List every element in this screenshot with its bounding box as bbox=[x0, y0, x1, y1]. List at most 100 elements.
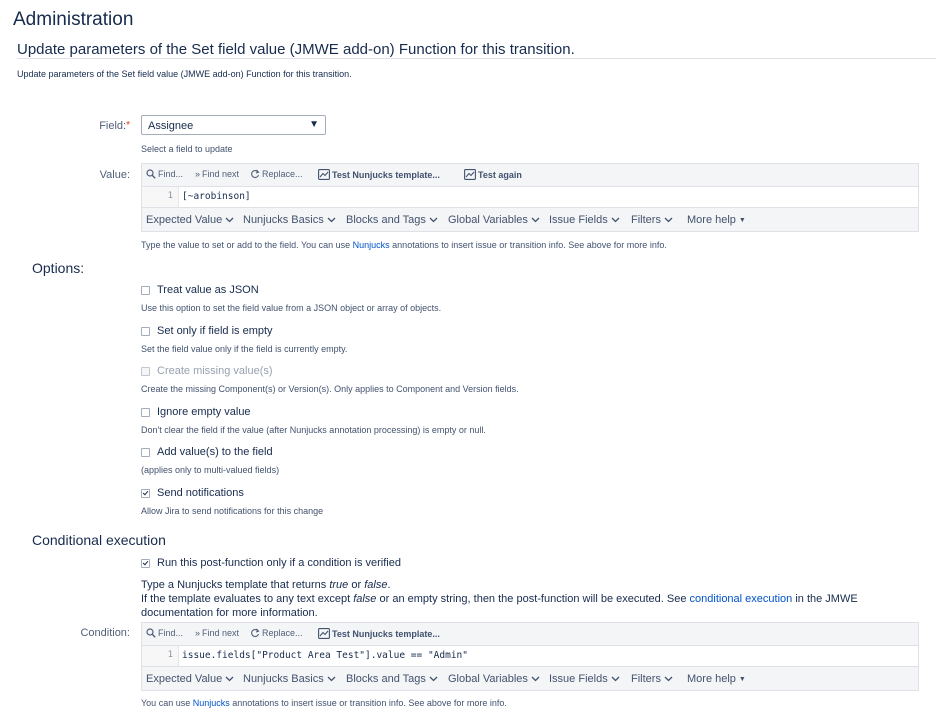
menu-issue-fields[interactable]: Issue Fields bbox=[549, 673, 620, 685]
create-missing-checkbox bbox=[141, 366, 150, 376]
line-gutter: 1 bbox=[142, 187, 179, 207]
condition-label: Condition: bbox=[80, 627, 130, 639]
value-label: Value: bbox=[99, 169, 130, 181]
chart-icon bbox=[318, 628, 330, 639]
ignore-empty-help: Don't clear the field if the value (afte… bbox=[141, 425, 486, 435]
value-help: Type the value to set or add to the fiel… bbox=[141, 240, 667, 250]
caret-down-icon: ▼ bbox=[309, 119, 319, 130]
conditional-execution-link[interactable]: conditional execution bbox=[690, 593, 793, 605]
condition-editor: Find... » Find next Replace... Test Nunj… bbox=[141, 622, 919, 691]
page-title: Administration bbox=[13, 9, 134, 30]
menu-filters[interactable]: Filters bbox=[631, 673, 673, 685]
treat-json-checkbox[interactable] bbox=[141, 285, 150, 295]
condition-help: You can use Nunjucks annotations to inse… bbox=[141, 698, 507, 708]
replace-button[interactable]: Replace... bbox=[250, 169, 303, 179]
nunjucks-link[interactable]: Nunjucks bbox=[193, 698, 230, 708]
menu-expected-value[interactable]: Expected Value bbox=[146, 214, 234, 226]
options-title: Options: bbox=[32, 260, 85, 276]
search-icon bbox=[146, 169, 156, 179]
condition-editor-toolbar: Find... » Find next Replace... Test Nunj… bbox=[142, 623, 918, 646]
run-if-condition-checkbox[interactable] bbox=[141, 558, 150, 568]
option-treat-json[interactable]: Treat value as JSON bbox=[141, 284, 259, 296]
caret-down-icon: ▼ bbox=[738, 216, 746, 224]
option-add-values[interactable]: Add value(s) to the field bbox=[141, 446, 273, 458]
chevron-down-icon bbox=[327, 676, 336, 682]
menu-blocks-and-tags[interactable]: Blocks and Tags bbox=[346, 673, 438, 685]
send-notifications-help: Allow Jira to send notifications for thi… bbox=[141, 506, 324, 516]
conditional-execution-title: Conditional execution bbox=[32, 532, 166, 548]
page-heading: Update parameters of the Set field value… bbox=[17, 41, 575, 58]
field-label: Field:* bbox=[99, 120, 130, 132]
required-marker: * bbox=[126, 120, 130, 131]
replace-icon bbox=[251, 169, 260, 179]
test-template-button[interactable]: Test Nunjucks template... bbox=[318, 628, 440, 639]
replace-icon bbox=[251, 628, 260, 638]
chart-icon bbox=[318, 169, 330, 180]
option-run-if-condition[interactable]: Run this post-function only if a conditi… bbox=[141, 557, 401, 569]
line-gutter: 1 bbox=[142, 646, 179, 666]
chevron-down-icon bbox=[611, 676, 620, 682]
chevron-down-icon bbox=[664, 676, 673, 682]
menu-more-help[interactable]: More help ▼ bbox=[687, 673, 746, 685]
condition-editor-menu: Expected Value Nunjucks Basics Blocks an… bbox=[142, 667, 918, 690]
replace-button[interactable]: Replace... bbox=[250, 628, 303, 638]
find-next-button[interactable]: » Find next bbox=[195, 628, 239, 638]
menu-nunjucks-basics[interactable]: Nunjucks Basics bbox=[243, 673, 336, 685]
double-chevron-right-icon: » bbox=[195, 628, 201, 638]
chart-icon bbox=[464, 169, 476, 180]
test-template-button[interactable]: Test Nunjucks template... bbox=[318, 169, 440, 180]
menu-filters[interactable]: Filters bbox=[631, 214, 673, 226]
add-values-help: (applies only to multi-valued fields) bbox=[141, 465, 280, 475]
option-create-missing: Create missing value(s) bbox=[141, 365, 273, 377]
menu-more-help[interactable]: More help ▼ bbox=[687, 214, 746, 226]
find-button[interactable]: Find... bbox=[146, 628, 183, 638]
option-send-notifications[interactable]: Send notifications bbox=[141, 487, 244, 499]
page-description: Update parameters of the Set field value… bbox=[17, 69, 352, 79]
chevron-down-icon bbox=[664, 217, 673, 223]
conditional-description-line2: If the template evaluates to any text ex… bbox=[141, 593, 858, 619]
chevron-down-icon bbox=[225, 217, 234, 223]
add-values-checkbox[interactable] bbox=[141, 447, 150, 457]
chevron-down-icon bbox=[531, 676, 540, 682]
chevron-down-icon bbox=[327, 217, 336, 223]
search-icon bbox=[146, 628, 156, 638]
option-ignore-empty[interactable]: Ignore empty value bbox=[141, 406, 251, 418]
set-only-empty-help: Set the field value only if the field is… bbox=[141, 344, 348, 354]
chevron-down-icon bbox=[429, 676, 438, 682]
chevron-down-icon bbox=[429, 217, 438, 223]
value-editor-menu: Expected Value Nunjucks Basics Blocks an… bbox=[142, 208, 918, 231]
value-code-line[interactable]: [~arobinson] bbox=[182, 191, 251, 202]
condition-code-area[interactable]: 1 issue.fields["Product Area Test"].valu… bbox=[142, 646, 918, 667]
field-select-value: Assignee bbox=[148, 120, 194, 132]
chevron-down-icon bbox=[531, 217, 540, 223]
test-again-button[interactable]: Test again bbox=[464, 169, 522, 180]
find-button[interactable]: Find... bbox=[146, 169, 183, 179]
set-only-empty-checkbox[interactable] bbox=[141, 326, 150, 336]
menu-issue-fields[interactable]: Issue Fields bbox=[549, 214, 620, 226]
create-missing-help: Create the missing Component(s) or Versi… bbox=[141, 384, 519, 394]
ignore-empty-checkbox[interactable] bbox=[141, 407, 150, 417]
condition-code-line[interactable]: issue.fields["Product Area Test"].value … bbox=[182, 650, 468, 661]
menu-global-variables[interactable]: Global Variables bbox=[448, 214, 540, 226]
heading-divider bbox=[17, 58, 936, 59]
value-editor-toolbar: Find... » Find next Replace... Test Nunj… bbox=[142, 164, 918, 187]
menu-blocks-and-tags[interactable]: Blocks and Tags bbox=[346, 214, 438, 226]
caret-down-icon: ▼ bbox=[738, 675, 746, 683]
conditional-description-line1: Type a Nunjucks template that returns tr… bbox=[141, 579, 391, 591]
value-editor: Find... » Find next Replace... Test Nunj… bbox=[141, 163, 919, 232]
double-chevron-right-icon: » bbox=[195, 169, 201, 179]
menu-global-variables[interactable]: Global Variables bbox=[448, 673, 540, 685]
field-help: Select a field to update bbox=[141, 144, 233, 154]
menu-expected-value[interactable]: Expected Value bbox=[146, 673, 234, 685]
treat-json-help: Use this option to set the field value f… bbox=[141, 303, 442, 313]
send-notifications-checkbox[interactable] bbox=[141, 488, 150, 498]
find-next-button[interactable]: » Find next bbox=[195, 169, 239, 179]
nunjucks-link[interactable]: Nunjucks bbox=[353, 240, 390, 250]
menu-nunjucks-basics[interactable]: Nunjucks Basics bbox=[243, 214, 336, 226]
field-select[interactable]: Assignee ▼ bbox=[141, 115, 326, 135]
chevron-down-icon bbox=[611, 217, 620, 223]
value-code-area[interactable]: 1 [~arobinson] bbox=[142, 187, 918, 208]
chevron-down-icon bbox=[225, 676, 234, 682]
option-set-only-empty[interactable]: Set only if field is empty bbox=[141, 325, 273, 337]
conditional-description: Type a Nunjucks template that returns tr… bbox=[141, 578, 921, 620]
